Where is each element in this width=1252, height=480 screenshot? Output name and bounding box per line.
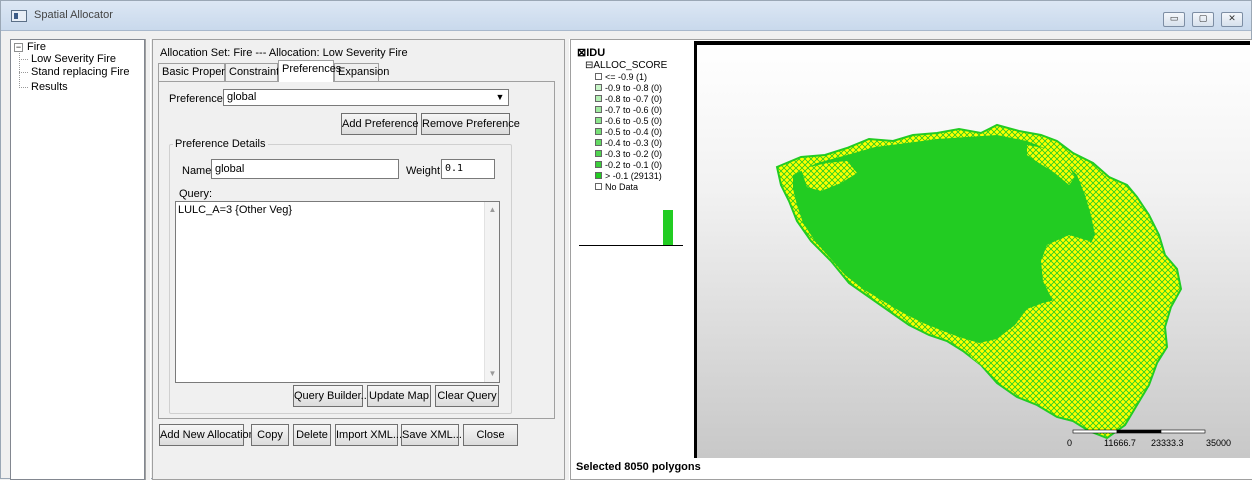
tree-connector [19, 72, 28, 73]
legend-item-label: -0.3 to -0.2 (0) [605, 149, 663, 159]
tab-constraints[interactable]: Constraints [225, 63, 285, 81]
splitter[interactable] [145, 39, 151, 480]
legend-item-label: -0.2 to -0.1 (0) [605, 160, 663, 170]
legend-item-label: -0.7 to -0.6 (0) [605, 105, 663, 115]
legend-swatch [595, 106, 602, 114]
copy-button[interactable]: Copy [251, 424, 289, 446]
legend-swatch [595, 161, 602, 169]
scale-bar-segment [1072, 429, 1118, 434]
app-icon [11, 10, 27, 22]
legend-swatch [595, 172, 602, 180]
legend-swatch [595, 95, 602, 103]
scale-label-3: 35000 [1206, 438, 1232, 448]
remove-preference-button[interactable]: Remove Preference [421, 113, 520, 135]
tree-node-low-severity-fire[interactable]: Low Severity Fire [31, 53, 116, 65]
legend-item: -0.3 to -0.2 (0) [595, 149, 662, 160]
legend-item-label: -0.8 to -0.7 (0) [605, 94, 663, 104]
legend-item: -0.5 to -0.4 (0) [595, 127, 662, 138]
delete-button[interactable]: Delete [293, 424, 331, 446]
scale-label-2: 23333.3 [1151, 438, 1184, 448]
legend-item: -0.2 to -0.1 (0) [595, 160, 662, 171]
query-textarea[interactable]: LULC_A=3 {Other Veg} ▲ ▼ [175, 201, 500, 383]
preference-details-caption: Preference Details [173, 138, 268, 150]
status-text: Selected 8050 polygons [576, 461, 701, 473]
histogram-axis [579, 245, 683, 246]
legend-swatch [595, 150, 602, 158]
legend-item-label: -0.5 to -0.4 (0) [605, 127, 663, 137]
clear-query-button[interactable]: Clear Query [435, 385, 499, 407]
preferences-select-value: global [227, 91, 257, 103]
legend-item-label: <= -0.9 (1) [605, 72, 648, 82]
scale-label-1: 11666.7 [1104, 438, 1136, 448]
tree-connector [19, 87, 28, 88]
weight-field[interactable]: 0.1 [441, 159, 495, 179]
legend-swatch [595, 128, 602, 136]
add-preference-button[interactable]: Add Preference [341, 113, 418, 135]
save-xml-button[interactable]: Save XML... [401, 424, 462, 446]
legend-layer-title[interactable]: ⊠IDU [577, 46, 605, 59]
scroll-down-icon[interactable]: ▼ [488, 370, 497, 378]
legend-swatch [595, 117, 602, 125]
map-svg [775, 123, 1206, 440]
legend-item: -0.9 to -0.8 (0) [595, 83, 662, 94]
minimize-button[interactable]: ▭ [1163, 12, 1185, 27]
close-window-button[interactable]: ✕ [1221, 12, 1243, 27]
legend-item: No Data [595, 182, 638, 193]
legend-swatch [595, 84, 602, 92]
query-text: LULC_A=3 {Other Veg} [178, 204, 293, 216]
legend-swatch [595, 139, 602, 147]
tree-connector [19, 59, 28, 60]
close-button[interactable]: Close [463, 424, 518, 446]
tab-preferences[interactable]: Preferences [278, 60, 341, 82]
add-new-allocation-button[interactable]: Add New Allocation [159, 424, 255, 446]
tree-node-results[interactable]: Results [31, 81, 68, 93]
tree-node-fire[interactable]: Fire [27, 41, 46, 53]
title-bar: Spatial Allocator ▭ ▢ ✕ [1, 1, 1251, 31]
weight-label: Weight: [406, 165, 444, 177]
histogram-bar [663, 210, 673, 245]
tab-basic-properties[interactable]: Basic Properties [158, 63, 242, 81]
maximize-button[interactable]: ▢ [1192, 12, 1214, 27]
query-scrollbar[interactable]: ▲ ▼ [484, 202, 499, 382]
collapse-icon[interactable]: − [14, 43, 23, 52]
allocation-tree[interactable]: − Fire Low Severity Fire Stand replacing… [10, 39, 145, 480]
legend-item: <= -0.9 (1) [595, 72, 647, 83]
allocation-header: Allocation Set: Fire --- Allocation: Low… [160, 47, 408, 59]
legend-item-label: -0.4 to -0.3 (0) [605, 138, 663, 148]
scale-label-0: 0 [1067, 438, 1073, 448]
legend-item-label: -0.9 to -0.8 (0) [605, 83, 663, 93]
scale-bar-segment [1116, 429, 1162, 434]
query-label: Query: [179, 188, 213, 200]
scroll-up-icon[interactable]: ▲ [488, 206, 497, 214]
legend-item-label: > -0.1 (29131) [605, 171, 662, 181]
legend-item: -0.8 to -0.7 (0) [595, 94, 662, 105]
legend-swatch [595, 73, 602, 81]
preferences-select[interactable]: global ▼ [223, 89, 509, 106]
legend-swatch [595, 183, 602, 191]
update-map-button[interactable]: Update Map [367, 385, 431, 407]
application-window: Spatial Allocator ▭ ▢ ✕ − Fire Low Sever… [0, 0, 1252, 480]
tree-node-stand-replacing-fire[interactable]: Stand replacing Fire [31, 66, 129, 78]
legend-item-label: No Data [605, 182, 639, 192]
window-title: Spatial Allocator [34, 9, 113, 21]
scale-bar-segment [1160, 429, 1206, 434]
import-xml-button[interactable]: Import XML... [335, 424, 402, 446]
query-builder-button[interactable]: Query Builder... [293, 385, 370, 407]
name-label: Name: [182, 165, 215, 177]
legend-layer-name: IDU [586, 47, 606, 59]
legend-item: -0.4 to -0.3 (0) [595, 138, 662, 149]
legend-item: -0.7 to -0.6 (0) [595, 105, 662, 116]
legend-item: -0.6 to -0.5 (0) [595, 116, 662, 127]
chevron-down-icon[interactable]: ▼ [494, 92, 506, 103]
legend-item-label: -0.6 to -0.5 (0) [605, 116, 663, 126]
legend-field-title[interactable]: ⊟ALLOC_SCORE [585, 60, 667, 71]
map-canvas[interactable] [694, 41, 1250, 458]
name-field[interactable]: global [211, 159, 399, 179]
legend-item: > -0.1 (29131) [595, 171, 662, 182]
legend-field-name: ALLOC_SCORE [593, 60, 668, 71]
